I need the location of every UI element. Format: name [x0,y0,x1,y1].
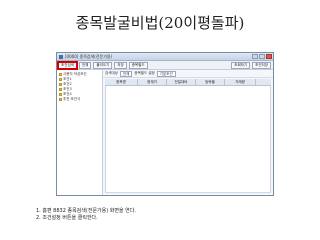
folder-icon [59,98,62,101]
tree-item-label: 추천 조건식 [63,97,81,101]
field-select[interactable]: 기본조건 [156,70,176,77]
maximize-button[interactable] [259,54,265,59]
close-button[interactable] [266,54,272,59]
condition-search-button[interactable]: 조건검색 [57,60,78,70]
condition-tree: 사용자 작성조건 조건1 조건2 조건3 조건4 추천 조건식 [57,70,103,195]
folder-icon [59,88,62,91]
column-header[interactable]: 등락율 [196,79,225,85]
stock-field-button[interactable]: 종목필드 [128,61,148,69]
folder-icon [59,73,62,76]
save-button[interactable]: 저장 [114,61,127,69]
folder-icon [59,78,62,81]
column-header[interactable]: 거래량 [225,79,256,85]
filter-label-field: 종목필드 설정 [134,71,155,75]
instruction-notes: 1. 홈편 8832 종목검색(전문가용) 화면을 연다. 2. 조건설정 버튼… [36,208,136,222]
target-select[interactable]: 전체 [119,70,133,77]
window-titlebar: [0000] 종목검색(전문가용) [57,53,273,61]
grid-header: 종목명 현재가 전일대비 등락율 거래량 [105,79,271,86]
search-run-button[interactable]: 조회하기 [231,61,251,69]
minimize-button[interactable] [252,54,258,59]
window-title: [0000] 종목검색(전문가용) [65,53,113,59]
filter-label-target: 검색대상 [105,71,118,75]
column-header[interactable]: 현재가 [138,79,167,85]
load-button[interactable]: 불러오기 [93,61,113,69]
result-grid[interactable] [105,86,271,193]
folder-icon [59,93,62,96]
condition-save-button[interactable]: 조건저장 [252,61,271,69]
all-button[interactable]: 전체 [78,61,92,69]
toolbar: 조건검색 전체 불러오기 저장 종목필드 조회하기 조건저장 [57,60,273,70]
slide-title: 종목발굴비법(20이평돌파) [75,14,245,32]
app-icon [59,54,63,59]
instruction-step-2: 2. 조건설정 버튼을 클릭한다. [36,215,98,221]
column-header[interactable]: 전일대비 [167,79,196,85]
column-header[interactable]: 종목명 [105,79,138,85]
tree-item[interactable]: 추천 조건식 [59,97,100,102]
folder-icon [59,83,62,86]
app-window: [0000] 종목검색(전문가용) 조건검색 전체 불러오기 저장 종목필드 조… [56,52,274,196]
instruction-step-1: 1. 홈편 8832 종목검색(전문가용) 화면을 연다. [36,208,136,214]
filter-bar: 검색대상 전체 종목필드 설정 기본조건 [103,70,273,78]
result-panel: 검색대상 전체 종목필드 설정 기본조건 종목명 현재가 전일대비 등락율 거래… [103,70,273,195]
